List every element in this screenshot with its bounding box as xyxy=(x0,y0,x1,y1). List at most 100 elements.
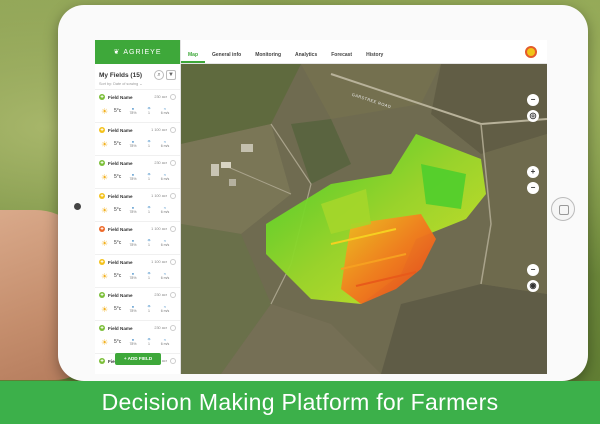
field-humidity: 78% xyxy=(129,342,137,346)
status-dot-icon: ✚ xyxy=(99,325,105,331)
field-name: Field Name xyxy=(108,226,133,232)
field-size: 1 100 acr xyxy=(151,194,167,198)
field-humidity: 78% xyxy=(129,276,137,280)
field-card[interactable]: ✚ Field Name 1 100 acr ☀ 5°c ● 78% ☂ 1 ≈6 … xyxy=(95,254,180,287)
field-rain: 1 xyxy=(148,144,150,148)
field-temp: 5°c xyxy=(114,273,122,279)
tab-forecast[interactable]: Forecast xyxy=(324,52,359,63)
field-name: Field Name xyxy=(108,292,133,298)
field-card[interactable]: ✚ Field Name 1 100 acr ☀ 5°c ● 78% ☂ 1 ≈6 … xyxy=(95,122,180,155)
field-options-icon[interactable] xyxy=(170,94,176,100)
field-card[interactable]: ✚ Field Name 230 acr ☀ 5°c ● 78% ☂ 1 ≈6 m/… xyxy=(95,89,180,122)
field-wind: 6 m/s xyxy=(160,177,170,181)
tab-monitoring[interactable]: Monitoring xyxy=(248,52,288,63)
sort-dropdown[interactable]: Sort by: Date of sowing ⌄ xyxy=(95,80,180,89)
layers-icon[interactable]: ◉ xyxy=(527,280,539,292)
status-dot-icon: ✚ xyxy=(99,160,105,166)
status-dot-icon: ✚ xyxy=(99,127,105,133)
tab-history[interactable]: History xyxy=(359,52,390,63)
top-nav: Map General info Monitoring Analytics Fo… xyxy=(181,40,547,64)
field-temp: 5°c xyxy=(114,240,122,246)
field-size: 1 100 acr xyxy=(151,227,167,231)
field-wind: 6 m/s xyxy=(160,243,170,247)
tab-map[interactable]: Map xyxy=(181,52,205,63)
sun-cloud-icon: ☀ xyxy=(101,106,109,116)
tab-analytics[interactable]: Analytics xyxy=(288,52,324,63)
field-wind: 6 m/s xyxy=(160,276,170,280)
field-card[interactable]: ✚ Field Name 230 acr ☀ 5°c ● 78% ☂ 1 ≈6 m/… xyxy=(95,320,180,353)
field-temp: 5°c xyxy=(114,306,122,312)
field-rain: 1 xyxy=(148,210,150,214)
sun-cloud-icon: ☀ xyxy=(101,238,109,248)
field-options-icon[interactable] xyxy=(170,193,176,199)
field-temp: 5°c xyxy=(114,339,122,345)
field-humidity: 78% xyxy=(129,144,137,148)
locate-icon[interactable]: ◎ xyxy=(527,110,539,122)
field-size: 1 100 acr xyxy=(151,260,167,264)
field-options-icon[interactable] xyxy=(170,226,176,232)
field-card[interactable]: ✚ Field Name 1 100 acr ☀ 5°c ● 78% ☂ 1 ≈6 … xyxy=(95,221,180,254)
add-field-button[interactable]: + ADD FIELD xyxy=(115,353,161,365)
zoom-extent-icon[interactable]: − xyxy=(527,94,539,106)
field-name: Field Name xyxy=(108,259,133,265)
field-card[interactable]: ✚ Field Name 1 100 acr ☀ 5°c ● 78% ☂ 1 ≈6 … xyxy=(95,188,180,221)
fields-title: My Fields (15) xyxy=(99,71,142,79)
sun-cloud-icon: ☀ xyxy=(101,271,109,281)
field-humidity: 78% xyxy=(129,309,137,313)
satellite-map[interactable]: GARSTREE ROAD − ◎ + − − ◉ xyxy=(181,64,547,374)
map-imagery xyxy=(181,64,547,374)
home-button[interactable] xyxy=(551,197,575,221)
field-rain: 1 xyxy=(148,342,150,346)
sun-cloud-icon: ☀ xyxy=(101,304,109,314)
field-rain: 1 xyxy=(148,309,150,313)
status-dot-icon: ✚ xyxy=(99,292,105,298)
sun-cloud-icon: ☀ xyxy=(101,139,109,149)
field-size: 230 acr xyxy=(154,326,167,330)
tablet-camera xyxy=(74,203,81,210)
field-weather: ☀ 5°c ● 78% ☂ 1 ≈6 m/s xyxy=(99,102,176,120)
status-dot-icon: ✚ xyxy=(99,259,105,265)
field-list: ✚ Field Name 230 acr ☀ 5°c ● 78% ☂ 1 ≈6 m/… xyxy=(95,89,180,374)
leaf-icon: ❦ xyxy=(113,49,121,56)
caption-bar: Decision Making Platform for Farmers xyxy=(0,381,600,424)
field-temp: 5°c xyxy=(114,174,122,180)
sun-cloud-icon: ☀ xyxy=(101,337,109,347)
field-name: Field Name xyxy=(108,325,133,331)
zoom-in-icon[interactable]: + xyxy=(527,166,539,178)
field-options-icon[interactable] xyxy=(170,127,176,133)
field-weather: ☀ 5°c ● 78% ☂ 1 ≈6 m/s xyxy=(99,300,176,318)
status-dot-icon: ✚ xyxy=(99,226,105,232)
field-card[interactable]: ✚ Field Name 230 acr ☀ 5°c ● 78% ☂ 1 ≈6 m/… xyxy=(95,287,180,320)
field-options-icon[interactable] xyxy=(170,292,176,298)
zoom-out-icon[interactable]: − xyxy=(527,182,539,194)
field-card[interactable]: ✚ Field Name 230 acr ☀ 5°c ● 78% ☂ 1 ≈6 m/… xyxy=(95,155,180,188)
profile-avatar-icon[interactable] xyxy=(525,46,537,58)
field-humidity: 78% xyxy=(129,111,137,115)
field-weather: ☀ 5°c ● 78% ☂ 1 ≈6 m/s xyxy=(99,267,176,285)
field-options-icon[interactable] xyxy=(170,358,176,364)
field-weather: ☀ 5°c ● 78% ☂ 1 ≈6 m/s xyxy=(99,135,176,153)
status-dot-icon: ✚ xyxy=(99,358,105,364)
field-rain: 1 xyxy=(148,276,150,280)
field-options-icon[interactable] xyxy=(170,259,176,265)
brand-name: AGRIEYE xyxy=(123,48,162,56)
sidebar: ❦ AGRIEYE My Fields (15) ⌕ ▼ Sort by: Da… xyxy=(95,40,181,374)
field-options-icon[interactable] xyxy=(170,160,176,166)
app-screen: ❦ AGRIEYE My Fields (15) ⌕ ▼ Sort by: Da… xyxy=(95,40,547,374)
field-name: Field Name xyxy=(108,160,133,166)
search-icon[interactable]: ⌕ xyxy=(154,70,164,80)
field-wind: 6 m/s xyxy=(160,309,170,313)
field-rain: 1 xyxy=(148,177,150,181)
layer-toggle-icon[interactable]: − xyxy=(527,264,539,276)
field-wind: 6 m/s xyxy=(160,144,170,148)
tab-general-info[interactable]: General info xyxy=(205,52,248,63)
field-temp: 5°c xyxy=(114,141,122,147)
field-temp: 5°c xyxy=(114,108,122,114)
field-size: 1 100 acr xyxy=(151,128,167,132)
filter-icon[interactable]: ▼ xyxy=(166,70,176,80)
field-name: Field Name xyxy=(108,94,133,100)
field-name: Field Name xyxy=(108,193,133,199)
field-options-icon[interactable] xyxy=(170,325,176,331)
fields-header: My Fields (15) ⌕ ▼ xyxy=(95,64,180,80)
field-name: Field Name xyxy=(108,127,133,133)
